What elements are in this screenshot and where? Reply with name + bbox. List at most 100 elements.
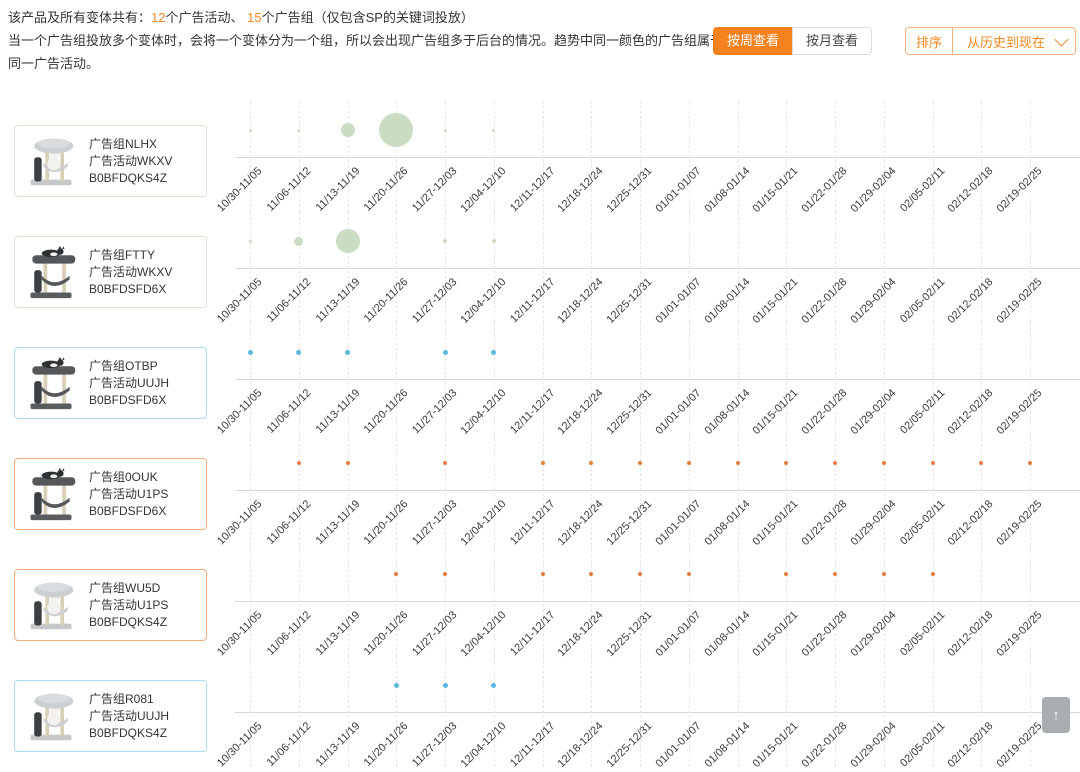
data-bubble[interactable] <box>979 461 984 465</box>
product-card[interactable]: 广告组WU5D 广告活动U1PS B0BFDQKS4Z <box>14 569 207 641</box>
x-axis-label: 01/15-01/21 <box>750 165 801 216</box>
data-bubble[interactable] <box>735 461 740 465</box>
sort-control[interactable]: 排序 从历史到现在 <box>905 27 1077 55</box>
data-bubble[interactable] <box>491 349 497 355</box>
data-bubble[interactable] <box>491 682 497 688</box>
data-bubble[interactable] <box>1028 461 1032 465</box>
data-bubble[interactable] <box>248 239 252 243</box>
data-bubble[interactable] <box>379 113 414 147</box>
data-bubble[interactable] <box>638 461 642 465</box>
gridline <box>1030 434 1031 545</box>
x-axis-label: 02/12-02/18 <box>945 387 996 438</box>
gridline <box>493 434 495 545</box>
data-bubble[interactable] <box>393 682 399 688</box>
data-bubble[interactable] <box>540 572 545 576</box>
product-card[interactable]: 广告组OTBP 广告活动UUJH B0BFDSFD6X <box>14 347 207 419</box>
data-bubble[interactable] <box>881 461 886 465</box>
data-bubble[interactable] <box>394 572 399 576</box>
gridline <box>591 101 593 212</box>
ad-group-name: 广告组WU5D <box>89 580 161 595</box>
x-axis-label: 01/29-02/04 <box>848 720 899 771</box>
data-bubble[interactable] <box>589 461 594 465</box>
data-bubble[interactable] <box>686 572 691 576</box>
chevron-down-icon <box>1054 32 1069 47</box>
data-bubble[interactable] <box>443 572 447 576</box>
data-bubble[interactable] <box>492 128 496 132</box>
gridline <box>493 212 495 323</box>
x-axis-line <box>235 601 1080 602</box>
data-bubble[interactable] <box>442 682 448 688</box>
data-bubble[interactable] <box>540 461 545 465</box>
data-bubble[interactable] <box>345 349 350 355</box>
data-bubble[interactable] <box>247 349 253 355</box>
data-bubble[interactable] <box>443 461 447 465</box>
product-card[interactable]: 广告组0OUK 广告活动U1PS B0BFDSFD6X <box>14 458 207 530</box>
product-card[interactable]: 广告组NLHX 广告活动WKXV B0BFDQKS4Z <box>14 125 207 197</box>
data-bubble[interactable] <box>638 572 642 576</box>
view-by-week-button[interactable]: 按周查看 <box>713 27 794 55</box>
gridline <box>786 434 788 545</box>
x-axis-label: 11/13-11/19 <box>313 609 362 658</box>
data-bubble[interactable] <box>784 572 789 576</box>
data-bubble[interactable] <box>335 229 360 253</box>
product-card[interactable]: 广告组FTTY 广告活动WKXV B0BFDSFD6X <box>14 236 207 308</box>
charts-column: 10/30-11/05 11/06-11/12 11/13-11/19 11/20-1… <box>215 101 1080 771</box>
gridline <box>542 656 544 767</box>
data-bubble[interactable] <box>248 128 252 132</box>
campaign-name: 广告活动WKXV <box>89 153 173 168</box>
x-axis-label: 02/05-02/11 <box>897 609 947 659</box>
view-by-month-button[interactable]: 按月查看 <box>792 27 873 55</box>
gridline <box>542 212 544 323</box>
data-bubble[interactable] <box>296 349 302 355</box>
x-axis-label: 01/08-01/14 <box>701 165 752 216</box>
card-slot: 广告组R081 广告活动UUJH B0BFDQKS4Z <box>0 656 235 767</box>
trend-content: 广告组NLHX 广告活动WKXV B0BFDQKS4Z 广告组FTTY 广告活动WKXV… <box>0 101 1080 771</box>
x-axis-label: 01/01-01/07 <box>653 387 704 438</box>
x-axis-label: 12/18-12/24 <box>555 609 606 660</box>
sort-dropdown[interactable]: 从历史到现在 <box>953 28 1075 54</box>
data-bubble[interactable] <box>930 461 935 465</box>
x-axis-label: 12/18-12/24 <box>555 165 606 216</box>
ad-group-name: 广告组NLHX <box>89 136 158 151</box>
data-bubble[interactable] <box>443 128 447 132</box>
x-axis-label: 12/18-12/24 <box>555 387 606 438</box>
data-bubble[interactable] <box>491 239 496 243</box>
back-to-top-button[interactable]: ↑ <box>1042 697 1070 733</box>
x-axis-label: 11/13-11/19 <box>313 498 362 547</box>
gridline <box>786 212 788 323</box>
x-axis-label: 12/25-12/31 <box>604 387 655 438</box>
data-bubble[interactable] <box>881 572 886 576</box>
product-image <box>23 132 79 190</box>
gridline <box>542 434 544 545</box>
data-bubble[interactable] <box>297 128 301 132</box>
data-bubble[interactable] <box>833 572 837 576</box>
x-axis-label: 12/11-12/17 <box>507 387 557 437</box>
x-axis-label: 12/04-12/10 <box>458 276 509 327</box>
gridline <box>542 323 544 434</box>
data-bubble[interactable] <box>294 236 304 246</box>
data-bubble[interactable] <box>833 461 837 465</box>
card-slot: 广告组NLHX 广告活动WKXV B0BFDQKS4Z <box>0 101 235 212</box>
asin-code: B0BFDQKS4Z <box>89 170 168 185</box>
data-bubble[interactable] <box>930 572 935 576</box>
x-axis-label: 11/20-11/26 <box>361 498 411 547</box>
gridline <box>542 101 544 212</box>
gridline <box>835 212 836 323</box>
gridline <box>737 101 739 212</box>
data-bubble[interactable] <box>686 461 691 465</box>
data-bubble[interactable] <box>340 123 355 137</box>
product-card[interactable]: 广告组R081 广告活动UUJH B0BFDQKS4Z <box>14 680 207 752</box>
data-bubble[interactable] <box>296 461 301 465</box>
data-bubble[interactable] <box>443 239 447 243</box>
data-bubble[interactable] <box>442 349 448 355</box>
x-axis-label: 02/05-02/11 <box>897 498 947 548</box>
gridline <box>737 656 739 767</box>
x-axis-label: 11/06-11/12 <box>264 387 314 436</box>
gridline <box>688 656 690 767</box>
card-slot: 广告组0OUK 广告活动U1PS B0BFDSFD6X <box>0 434 235 545</box>
data-bubble[interactable] <box>784 461 789 465</box>
x-axis-label: 11/06-11/12 <box>264 609 314 658</box>
data-bubble[interactable] <box>345 461 350 465</box>
data-bubble[interactable] <box>589 572 594 576</box>
gridline <box>640 656 641 767</box>
